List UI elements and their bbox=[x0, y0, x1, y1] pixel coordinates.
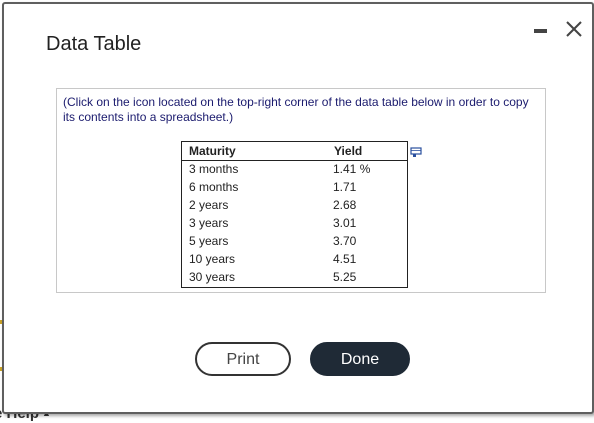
close-icon[interactable] bbox=[563, 18, 585, 40]
table-row: 30 years 5.25 bbox=[182, 268, 407, 286]
maturity-cell: 3 months bbox=[189, 162, 239, 176]
maturity-cell: 3 years bbox=[189, 216, 229, 230]
print-button[interactable]: Print bbox=[195, 342, 291, 376]
yield-cell: 4.51 bbox=[333, 252, 357, 266]
maturity-cell: 30 years bbox=[189, 270, 236, 284]
dialog-title: Data Table bbox=[46, 33, 142, 55]
table-row: 2 years 2.68 bbox=[182, 196, 407, 214]
column-header-yield: Yield bbox=[334, 144, 363, 158]
yield-cell: 3.70 bbox=[333, 234, 357, 248]
yield-cell: 1.41 % bbox=[333, 162, 371, 176]
minimize-icon[interactable] bbox=[534, 29, 547, 33]
maturity-cell: 5 years bbox=[189, 234, 229, 248]
maturity-cell: 2 years bbox=[189, 198, 229, 212]
table-row: 6 months 1.71 bbox=[182, 178, 407, 196]
table-row: 10 years 4.51 bbox=[182, 250, 407, 268]
table-row: 5 years 3.70 bbox=[182, 232, 407, 250]
maturity-cell: 6 months bbox=[189, 180, 239, 194]
table-row: 3 years 3.01 bbox=[182, 214, 407, 232]
data-table-panel: (Click on the icon located on the top-ri… bbox=[56, 88, 546, 293]
maturity-cell: 10 years bbox=[189, 252, 236, 266]
done-button[interactable]: Done bbox=[310, 342, 410, 376]
yield-cell: 1.71 bbox=[333, 180, 357, 194]
data-table: Maturity Yield 3 months 1.41 % 6 months … bbox=[181, 141, 408, 288]
yield-cell: 2.68 bbox=[333, 198, 357, 212]
yield-cell: 3.01 bbox=[333, 216, 357, 230]
copy-to-spreadsheet-icon[interactable] bbox=[410, 145, 422, 157]
column-header-maturity: Maturity bbox=[189, 144, 236, 158]
instructions-text: (Click on the icon located on the top-ri… bbox=[63, 95, 529, 124]
data-table-dialog: Data Table (Click on the icon located on… bbox=[2, 2, 594, 414]
table-row: 3 months 1.41 % bbox=[182, 160, 407, 178]
yield-cell: 5.25 bbox=[333, 270, 357, 284]
